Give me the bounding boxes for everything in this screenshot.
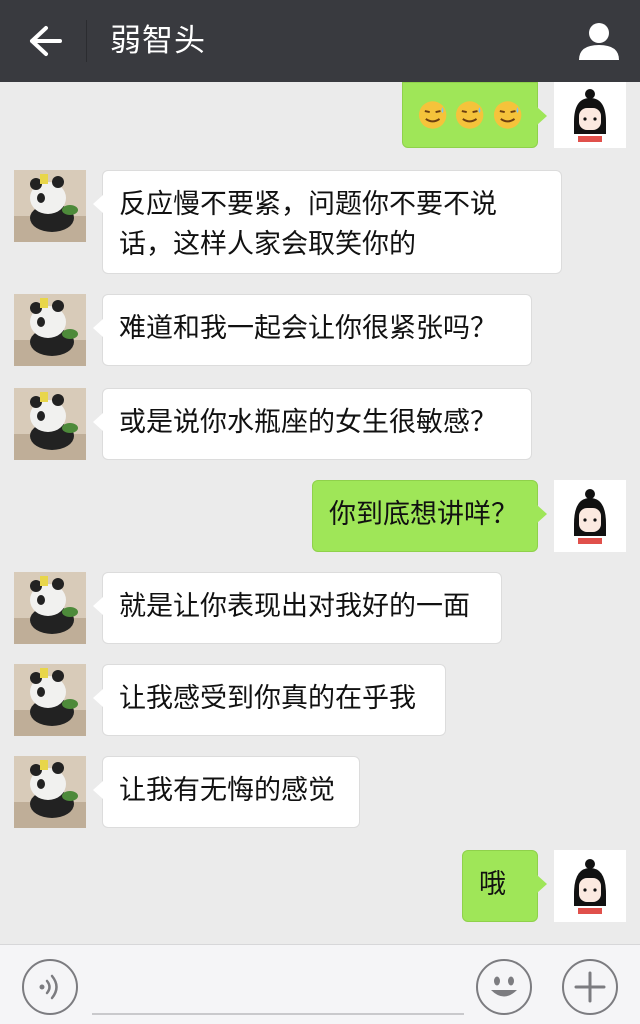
voice-input-button[interactable] <box>22 959 78 1015</box>
chat-info-button[interactable] <box>576 18 622 64</box>
message-bubble-received[interactable]: 难道和我一起会让你很紧张吗？ <box>93 294 532 366</box>
message-bubble-sent[interactable] <box>402 82 547 148</box>
sweat-smile-emoji-icon <box>418 101 447 129</box>
input-bar <box>0 944 640 1024</box>
message-bubble-received[interactable]: 就是让你表现出对我好的一面 <box>93 572 502 644</box>
message-bubble-sent[interactable]: 你到底想讲咩？ <box>312 480 547 552</box>
message-text: 让我感受到你真的在乎我 <box>119 683 416 714</box>
emoji-button[interactable] <box>476 959 532 1015</box>
message-text: 哦 <box>479 869 506 900</box>
sweat-smile-emoji-icon <box>493 101 522 129</box>
contact-avatar[interactable] <box>14 572 86 644</box>
message-text: 就是让你表现出对我好的一面 <box>119 591 470 622</box>
chat-title: 弱智头 <box>110 23 206 59</box>
message-bubble-sent[interactable]: 哦 <box>462 850 547 922</box>
more-options-button[interactable] <box>562 959 618 1015</box>
plus-icon <box>574 971 606 1003</box>
message-input[interactable] <box>92 959 464 1015</box>
back-button[interactable] <box>16 16 72 66</box>
contact-avatar[interactable] <box>14 664 86 736</box>
my-avatar[interactable] <box>554 850 626 922</box>
my-avatar[interactable] <box>554 82 626 148</box>
smiley-face-icon <box>491 976 517 997</box>
message-text: 或是说你水瓶座的女生很敏感？ <box>119 407 497 438</box>
my-avatar[interactable] <box>554 480 626 552</box>
arrow-left-icon <box>30 26 62 56</box>
person-icon <box>579 23 619 60</box>
message-bubble-received[interactable]: 让我感受到你真的在乎我 <box>93 664 446 736</box>
contact-avatar[interactable] <box>14 294 86 366</box>
chat-header: 弱智头 <box>0 0 640 82</box>
message-text: 难道和我一起会让你很紧张吗？ <box>119 313 497 344</box>
message-bubble-received[interactable]: 反应慢不要紧，问题你不要不说话，这样人家会取笑你的 <box>93 170 562 274</box>
sweat-smile-emoji-icon <box>456 101 484 129</box>
message-text: 你到底想讲咩？ <box>329 499 518 530</box>
contact-avatar[interactable] <box>14 170 86 242</box>
contact-avatar[interactable] <box>14 388 86 460</box>
header-divider <box>86 20 87 62</box>
voice-icon <box>39 974 58 1000</box>
message-text: 反应慢不要紧，问题你不要不说话，这样人家会取笑你的 <box>119 189 497 260</box>
message-text: 让我有无悔的感觉 <box>119 775 335 806</box>
emoji-row <box>417 95 523 135</box>
contact-avatar[interactable] <box>14 756 86 828</box>
message-bubble-received[interactable]: 或是说你水瓶座的女生很敏感？ <box>93 388 532 460</box>
message-bubble-received[interactable]: 让我有无悔的感觉 <box>93 756 360 828</box>
